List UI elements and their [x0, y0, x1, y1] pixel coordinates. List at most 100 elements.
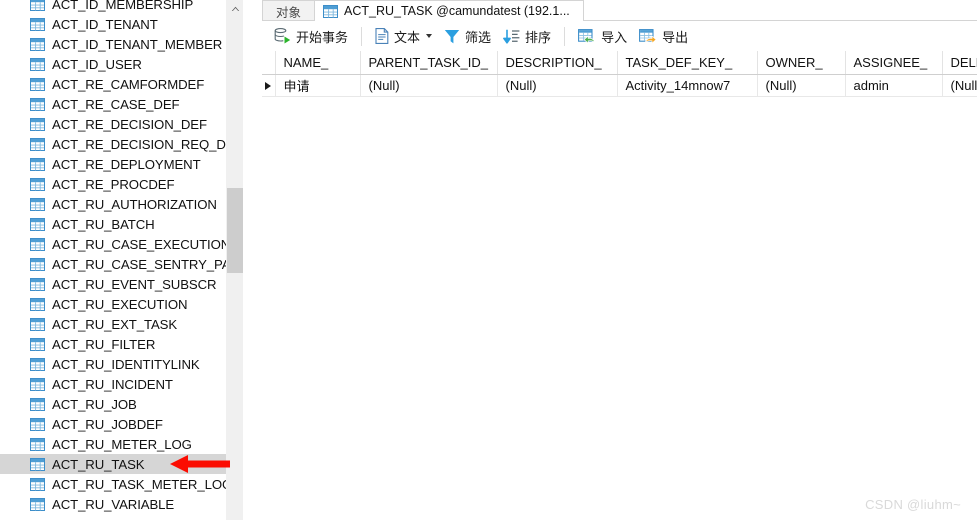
table-list-item[interactable]: ACT_RU_CASE_SENTRY_PART: [0, 254, 243, 274]
table-list-item[interactable]: ACT_RU_JOB: [0, 394, 243, 414]
table-list-item[interactable]: ACT_RU_EVENT_SUBSCR: [0, 274, 243, 294]
grid-cell[interactable]: (Null): [497, 74, 618, 97]
table-icon: [30, 357, 45, 371]
tab-inactive[interactable]: 对象: [262, 0, 316, 21]
table-list-item[interactable]: ACT_RU_JOBDEF: [0, 414, 243, 434]
table-icon: [30, 0, 45, 11]
column-header[interactable]: OWNER_: [757, 51, 846, 75]
grid-cell[interactable]: (Null): [360, 74, 498, 97]
table-icon: [30, 497, 45, 511]
table-row[interactable]: 申请 (Null) (Null) Activity_14mnow7 (Null) admi…: [262, 74, 977, 97]
table-list-item-label: ACT_ID_MEMBERSHIP: [52, 0, 194, 12]
chevron-down-icon[interactable]: [426, 34, 433, 38]
table-list-item[interactable]: ACT_RU_EXT_TASK: [0, 314, 243, 334]
grid-cell[interactable]: 申请: [275, 74, 361, 97]
grid-header-row: NAME_ PARENT_TASK_ID_ DESCRIPTION_ TASK_DEF…: [262, 51, 977, 75]
table-icon: [30, 177, 45, 191]
table-list-item-label: ACT_RE_CASE_DEF: [52, 96, 180, 112]
grid-body[interactable]: 申请 (Null) (Null) Activity_14mnow7 (Null) admi…: [262, 74, 977, 97]
grid-cell[interactable]: (Null): [757, 74, 846, 97]
column-header[interactable]: NAME_: [275, 51, 361, 75]
table-icon: [30, 17, 45, 31]
table-list-item[interactable]: ACT_RE_DEPLOYMENT: [0, 154, 243, 174]
filter-icon: [444, 29, 460, 44]
table-list-item-label: ACT_RU_FILTER: [52, 336, 156, 352]
toolbar-button-label: 导入: [601, 29, 628, 45]
table-list-item-label: ACT_RE_DECISION_REQ_DEF: [52, 136, 243, 152]
table-list-item[interactable]: ACT_RU_FILTER: [0, 334, 243, 354]
table-list-item-label: ACT_RU_EXECUTION: [52, 296, 188, 312]
table-list-item-label: ACT_RU_INCIDENT: [52, 376, 173, 392]
table-list-item-label: ACT_RE_CAMFORMDEF: [52, 76, 205, 92]
table-list-item-label: ACT_RU_CASE_EXECUTION: [52, 236, 231, 252]
table-list-item[interactable]: ACT_RE_DECISION_DEF: [0, 114, 243, 134]
toolbar-button-sort[interactable]: 排序: [497, 24, 557, 48]
toolbar[interactable]: 开始事务 文本 筛选 排序 导入 导出: [262, 21, 977, 51]
column-header[interactable]: PARENT_TASK_ID_: [360, 51, 498, 75]
table-icon: [323, 4, 339, 18]
column-header[interactable]: DESCRIPTION_: [497, 51, 618, 75]
table-icon: [30, 457, 45, 471]
table-icon: [30, 317, 45, 331]
column-header[interactable]: DELEGATION_: [942, 51, 977, 75]
table-list-item[interactable]: ACT_RU_TASK_METER_LOG: [0, 474, 243, 494]
table-icon: [30, 97, 45, 111]
tab-active[interactable]: ACT_RU_TASK @camundatest (192.1...: [314, 0, 584, 22]
grid-cell[interactable]: Activity_14mnow7: [617, 74, 758, 97]
table-icon: [30, 417, 45, 431]
table-list-item-label: ACT_RU_JOBDEF: [52, 416, 163, 432]
table-icon: [30, 197, 45, 211]
table-list-item[interactable]: ACT_RU_VARIABLE: [0, 494, 243, 514]
toolbar-button-text[interactable]: 文本: [369, 24, 438, 48]
scroll-up-arrow-icon[interactable]: [227, 0, 243, 17]
grid-cell[interactable]: (Null): [942, 74, 977, 97]
table-list-item[interactable]: ACT_RE_CASE_DEF: [0, 94, 243, 114]
table-list[interactable]: ACT_ID_MEMBERSHIP ACT_ID_TENANT ACT_ID_TEN…: [0, 0, 243, 514]
table-icon: [30, 77, 45, 91]
export-icon: [639, 28, 657, 44]
table-list-item-label: ACT_RE_DEPLOYMENT: [52, 156, 201, 172]
sort-icon: [503, 29, 520, 44]
table-list-item[interactable]: ACT_ID_MEMBERSHIP: [0, 0, 243, 14]
table-list-item[interactable]: ACT_RU_INCIDENT: [0, 374, 243, 394]
table-icon: [30, 397, 45, 411]
toolbar-separator: [564, 26, 566, 46]
table-list-item[interactable]: ACT_RE_DECISION_REQ_DEF: [0, 134, 243, 154]
table-list-item[interactable]: ACT_RE_PROCDEF: [0, 174, 243, 194]
column-header[interactable]: ASSIGNEE_: [845, 51, 943, 75]
toolbar-button-export[interactable]: 导出: [633, 24, 694, 48]
table-list-item[interactable]: ACT_RU_IDENTITYLINK: [0, 354, 243, 374]
tab-bar[interactable]: 对象 ACT_RU_TASK @camundatest (192.1...: [262, 0, 977, 22]
grid-cell[interactable]: admin: [845, 74, 943, 97]
toolbar-button-import[interactable]: 导入: [572, 24, 633, 48]
table-list-item-label: ACT_RU_EVENT_SUBSCR: [52, 276, 217, 292]
table-list-item[interactable]: ACT_RU_AUTHORIZATION: [0, 194, 243, 214]
table-list-item[interactable]: ACT_RU_BATCH: [0, 214, 243, 234]
toolbar-button-begin-transaction[interactable]: 开始事务: [268, 24, 354, 48]
table-list-item-label: ACT_RU_EXT_TASK: [52, 316, 178, 332]
table-list-item[interactable]: ACT_ID_USER: [0, 54, 243, 74]
table-icon: [30, 277, 45, 291]
table-list-item[interactable]: ACT_RE_CAMFORMDEF: [0, 74, 243, 94]
toolbar-button-label: 文本: [394, 29, 421, 45]
data-grid-container[interactable]: NAME_ PARENT_TASK_ID_ DESCRIPTION_ TASK_DEF…: [262, 51, 977, 520]
table-list-item-label: ACT_ID_USER: [52, 56, 142, 72]
import-icon: [578, 28, 596, 44]
table-icon: [30, 137, 45, 151]
table-list-item[interactable]: ACT_RU_TASK: [0, 454, 243, 474]
main-pane: 对象 ACT_RU_TASK @camundatest (192.1... 开始事…: [262, 0, 977, 520]
table-list-item[interactable]: ACT_ID_TENANT_MEMBER: [0, 34, 243, 54]
table-list-item[interactable]: ACT_RU_CASE_EXECUTION: [0, 234, 243, 254]
table-list-item[interactable]: ACT_RU_EXECUTION: [0, 294, 243, 314]
toolbar-button-filter[interactable]: 筛选: [438, 24, 497, 48]
table-list-item-label: ACT_RU_JOB: [52, 396, 137, 412]
table-list-item[interactable]: ACT_RU_METER_LOG: [0, 434, 243, 454]
sidebar-scrollbar-thumb[interactable]: [227, 188, 243, 273]
csdn-watermark: CSDN @liuhm~: [865, 497, 961, 512]
sidebar-scrollbar[interactable]: [226, 0, 243, 520]
column-header[interactable]: TASK_DEF_KEY_: [617, 51, 758, 75]
grid-corner-header: [262, 51, 276, 75]
table-list-item-label: ACT_RU_TASK_METER_LOG: [52, 476, 233, 492]
data-grid[interactable]: NAME_ PARENT_TASK_ID_ DESCRIPTION_ TASK_DEF…: [262, 51, 977, 97]
table-list-item[interactable]: ACT_ID_TENANT: [0, 14, 243, 34]
